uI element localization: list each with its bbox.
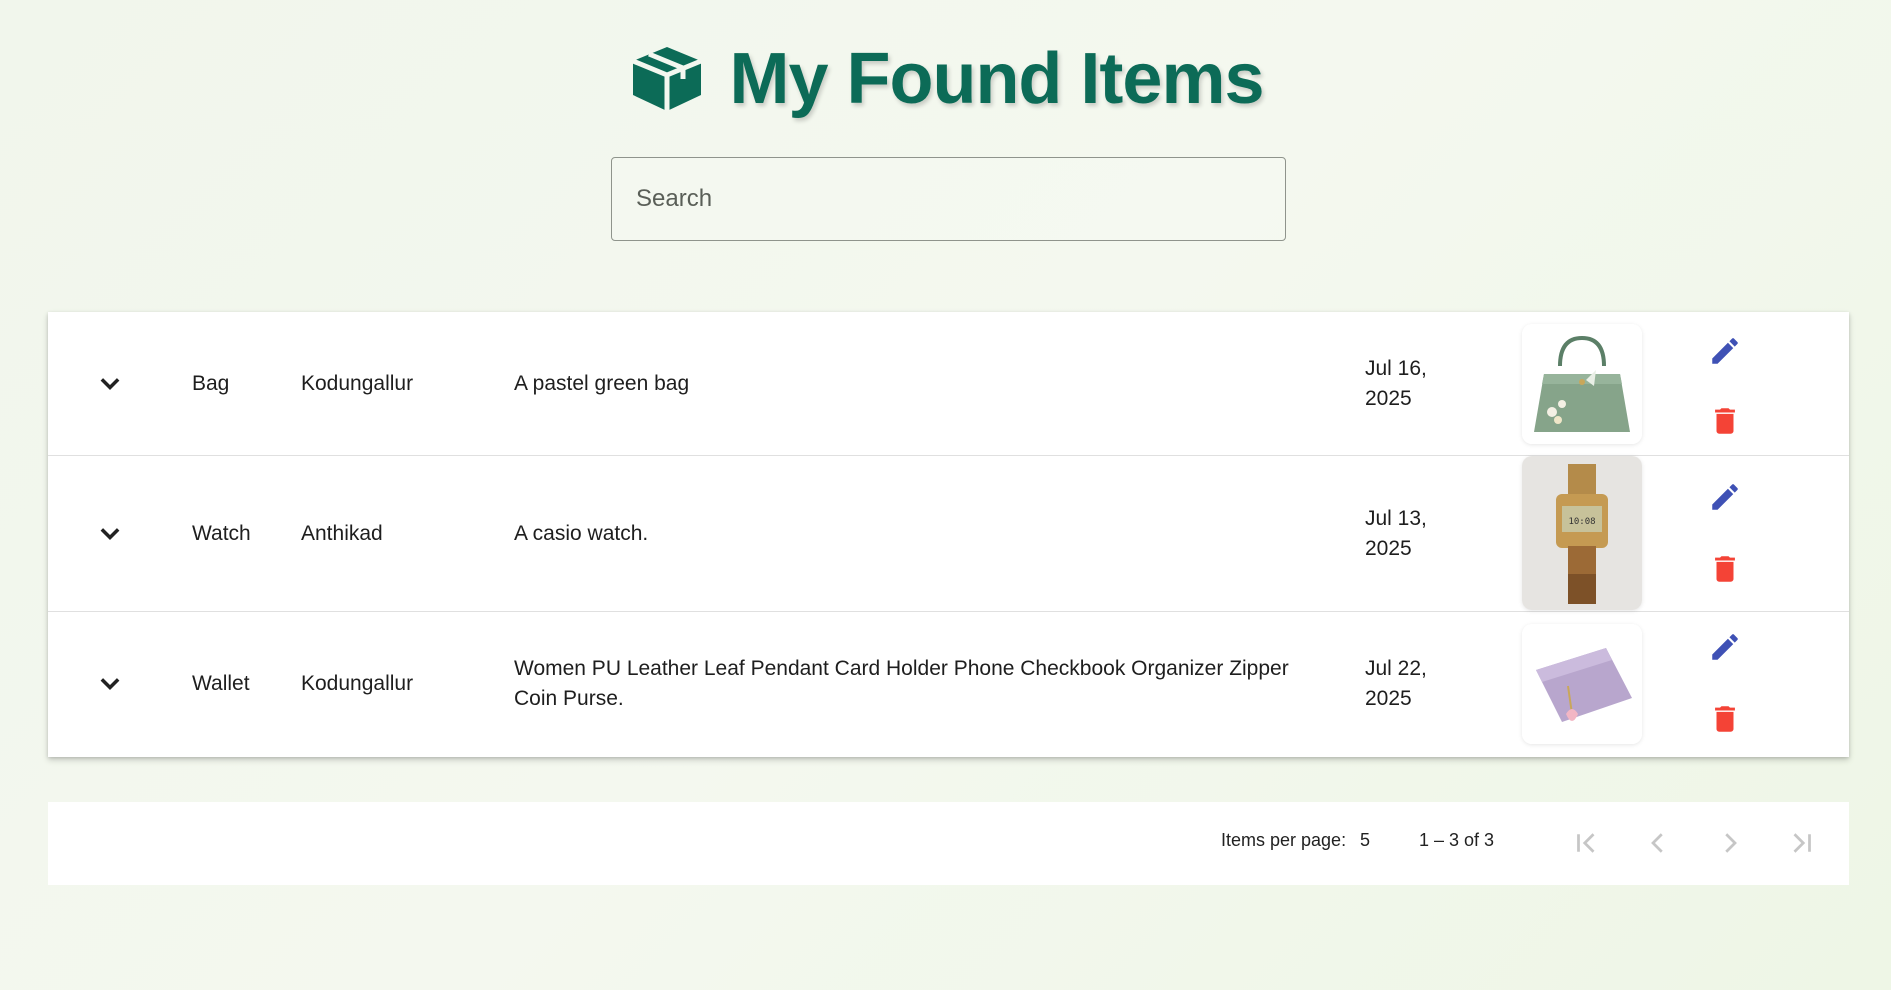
item-location: Anthikad — [301, 522, 383, 545]
first-page-icon[interactable] — [1571, 828, 1601, 858]
item-date: Jul 22, 2025 — [1365, 654, 1427, 714]
item-image-bag — [1522, 324, 1642, 444]
item-date: Jul 16, 2025 — [1365, 354, 1427, 414]
item-description: A pastel green bag — [514, 372, 690, 395]
item-description-line1: Women PU Leather Leaf Pendant Card Holde… — [514, 657, 1289, 680]
delete-icon[interactable] — [1708, 702, 1742, 736]
item-description-line2: Coin Purse. — [514, 687, 624, 710]
item-description: A casio watch. — [514, 522, 649, 545]
items-per-page-label: Items per page: — [1221, 830, 1347, 850]
item-location: Kodungallur — [301, 672, 414, 695]
chevron-down-icon[interactable] — [96, 670, 124, 698]
item-image-wallet — [1522, 624, 1642, 744]
last-page-icon[interactable] — [1787, 828, 1817, 858]
item-date-line2: 2025 — [1365, 387, 1412, 410]
found-items-table: Bag Kodungallur A pastel green bag Jul 1… — [48, 312, 1849, 757]
item-date-line2: 2025 — [1365, 537, 1412, 560]
item-name: Bag — [192, 372, 230, 395]
item-date-line1: Jul 22, — [1365, 657, 1427, 680]
edit-icon[interactable] — [1708, 630, 1742, 664]
table-row: Bag Kodungallur A pastel green bag Jul 1… — [48, 312, 1849, 456]
table-row: Wallet Kodungallur Women PU Leather Leaf… — [48, 612, 1849, 757]
item-name: Wallet — [192, 672, 250, 695]
page-title: My Found Items — [729, 39, 1264, 119]
page-header: My Found Items — [0, 38, 1891, 120]
item-date-line2: 2025 — [1365, 687, 1412, 710]
box-icon — [632, 47, 703, 111]
table-row: Watch Anthikad A casio watch. Jul 13, 20… — [48, 456, 1849, 612]
search-field[interactable] — [611, 157, 1286, 241]
delete-icon[interactable] — [1708, 552, 1742, 586]
item-image-watch: 10:08 — [1522, 456, 1642, 610]
next-page-icon[interactable] — [1715, 828, 1745, 858]
range-label: 1 – 3 of 3 — [1419, 830, 1495, 850]
delete-icon[interactable] — [1708, 404, 1742, 438]
previous-page-icon[interactable] — [1643, 828, 1673, 858]
edit-icon[interactable] — [1708, 480, 1742, 514]
chevron-down-icon[interactable] — [96, 370, 124, 398]
edit-icon[interactable] — [1708, 334, 1742, 368]
svg-text:10:08: 10:08 — [1568, 517, 1595, 527]
item-date: Jul 13, 2025 — [1365, 504, 1427, 564]
item-name: Watch — [192, 522, 251, 545]
search-input[interactable] — [612, 158, 1285, 240]
paginator: Items per page: 5 1 – 3 of 3 — [48, 802, 1849, 885]
chevron-down-icon[interactable] — [96, 520, 124, 548]
item-date-line1: Jul 13, — [1365, 507, 1427, 530]
item-description: Women PU Leather Leaf Pendant Card Holde… — [514, 654, 1289, 714]
item-date-line1: Jul 16, — [1365, 357, 1427, 380]
items-per-page-select[interactable]: 5 — [1360, 830, 1370, 851]
item-location: Kodungallur — [301, 372, 414, 395]
